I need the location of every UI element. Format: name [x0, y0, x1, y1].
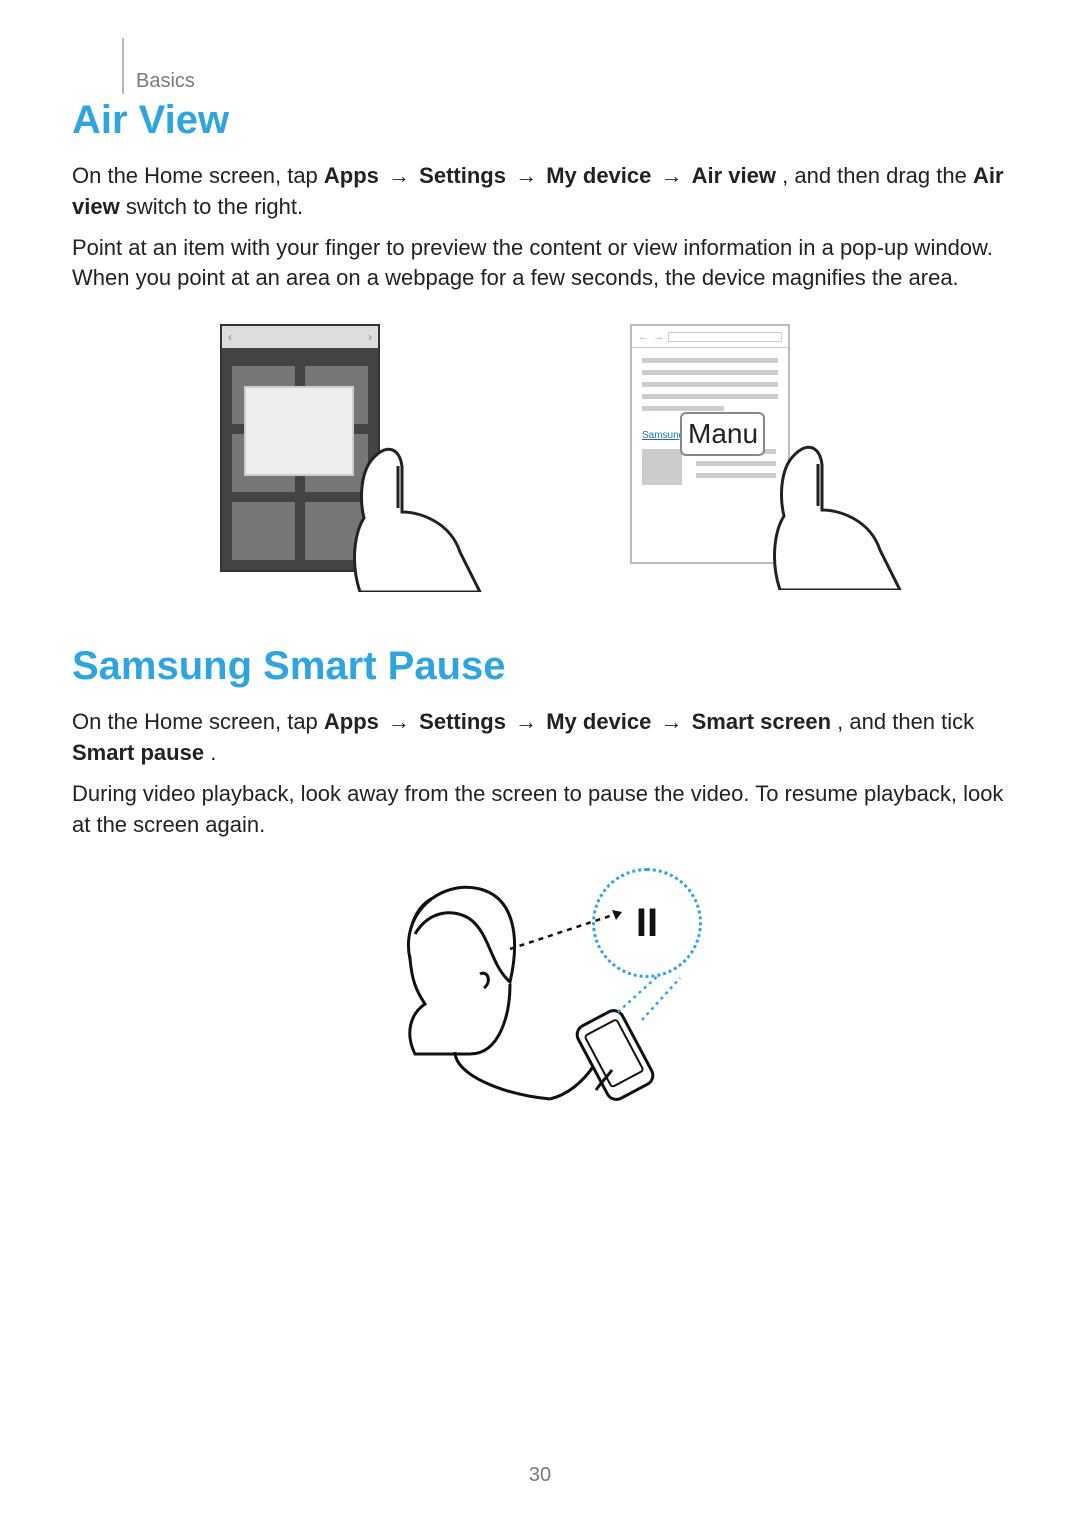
- url-field: [668, 332, 782, 342]
- magnified-text: Manu: [688, 418, 758, 450]
- text-line: [642, 406, 724, 411]
- text-line: [642, 370, 778, 375]
- header-rule: [122, 38, 124, 94]
- smart-pause-desc: During video playback, look away from th…: [72, 779, 1008, 841]
- arrow-icon: →: [658, 163, 686, 188]
- air-view-figures: ‹ › ←: [72, 324, 1008, 584]
- pointing-hand-icon: [330, 422, 500, 592]
- chevron-left-icon: ‹: [228, 330, 232, 344]
- heading-air-view: Air View: [72, 98, 1008, 143]
- path-apps: Apps: [324, 709, 379, 734]
- text: On the Home screen, tap: [72, 163, 324, 188]
- header-section-label: Basics: [136, 70, 195, 93]
- gallery-topbar: ‹ ›: [222, 326, 378, 348]
- path-my-device: My device: [546, 163, 651, 188]
- path-settings: Settings: [419, 163, 506, 188]
- text-line: [642, 394, 778, 399]
- text: , and then drag the: [782, 163, 973, 188]
- figure-gallery-hover: ‹ ›: [220, 324, 450, 584]
- browser-topbar: ← →: [632, 326, 788, 348]
- figure-browser-magnify: ← → Samsung User Man: [630, 324, 860, 584]
- pause-indicator: II: [592, 868, 702, 978]
- forward-arrow-icon: →: [653, 331, 664, 343]
- air-view-desc: Point at an item with your finger to pre…: [72, 233, 1008, 295]
- chevron-right-icon: ›: [368, 330, 372, 344]
- text-line: [642, 358, 778, 363]
- text: , and then tick: [837, 709, 974, 734]
- arrow-icon: →: [512, 163, 540, 188]
- arrow-icon: →: [658, 709, 686, 734]
- path-settings: Settings: [419, 709, 506, 734]
- path-smart-pause: Smart pause: [72, 740, 204, 765]
- air-view-intro: On the Home screen, tap Apps → Settings …: [72, 161, 1008, 223]
- arrow-icon: →: [385, 709, 413, 734]
- figure-smart-pause: II: [360, 864, 720, 1124]
- smart-pause-figure: II: [72, 864, 1008, 1124]
- heading-smart-pause: Samsung Smart Pause: [72, 644, 1008, 689]
- arrow-icon: →: [385, 163, 413, 188]
- browser-thumb: [642, 449, 682, 485]
- path-air-view: Air view: [692, 163, 776, 188]
- gallery-cell: [232, 502, 295, 560]
- path-smart-screen: Smart screen: [692, 709, 831, 734]
- smart-pause-intro: On the Home screen, tap Apps → Settings …: [72, 707, 1008, 769]
- pointing-hand-icon: [750, 420, 920, 590]
- text: .: [210, 740, 216, 765]
- arrow-icon: →: [512, 709, 540, 734]
- path-apps: Apps: [324, 163, 379, 188]
- path-my-device: My device: [546, 709, 651, 734]
- text: switch to the right.: [126, 194, 303, 219]
- back-arrow-icon: ←: [638, 331, 649, 343]
- text: On the Home screen, tap: [72, 709, 324, 734]
- text-line: [642, 382, 778, 387]
- pause-icon: II: [636, 901, 658, 946]
- page-number: 30: [0, 1464, 1080, 1487]
